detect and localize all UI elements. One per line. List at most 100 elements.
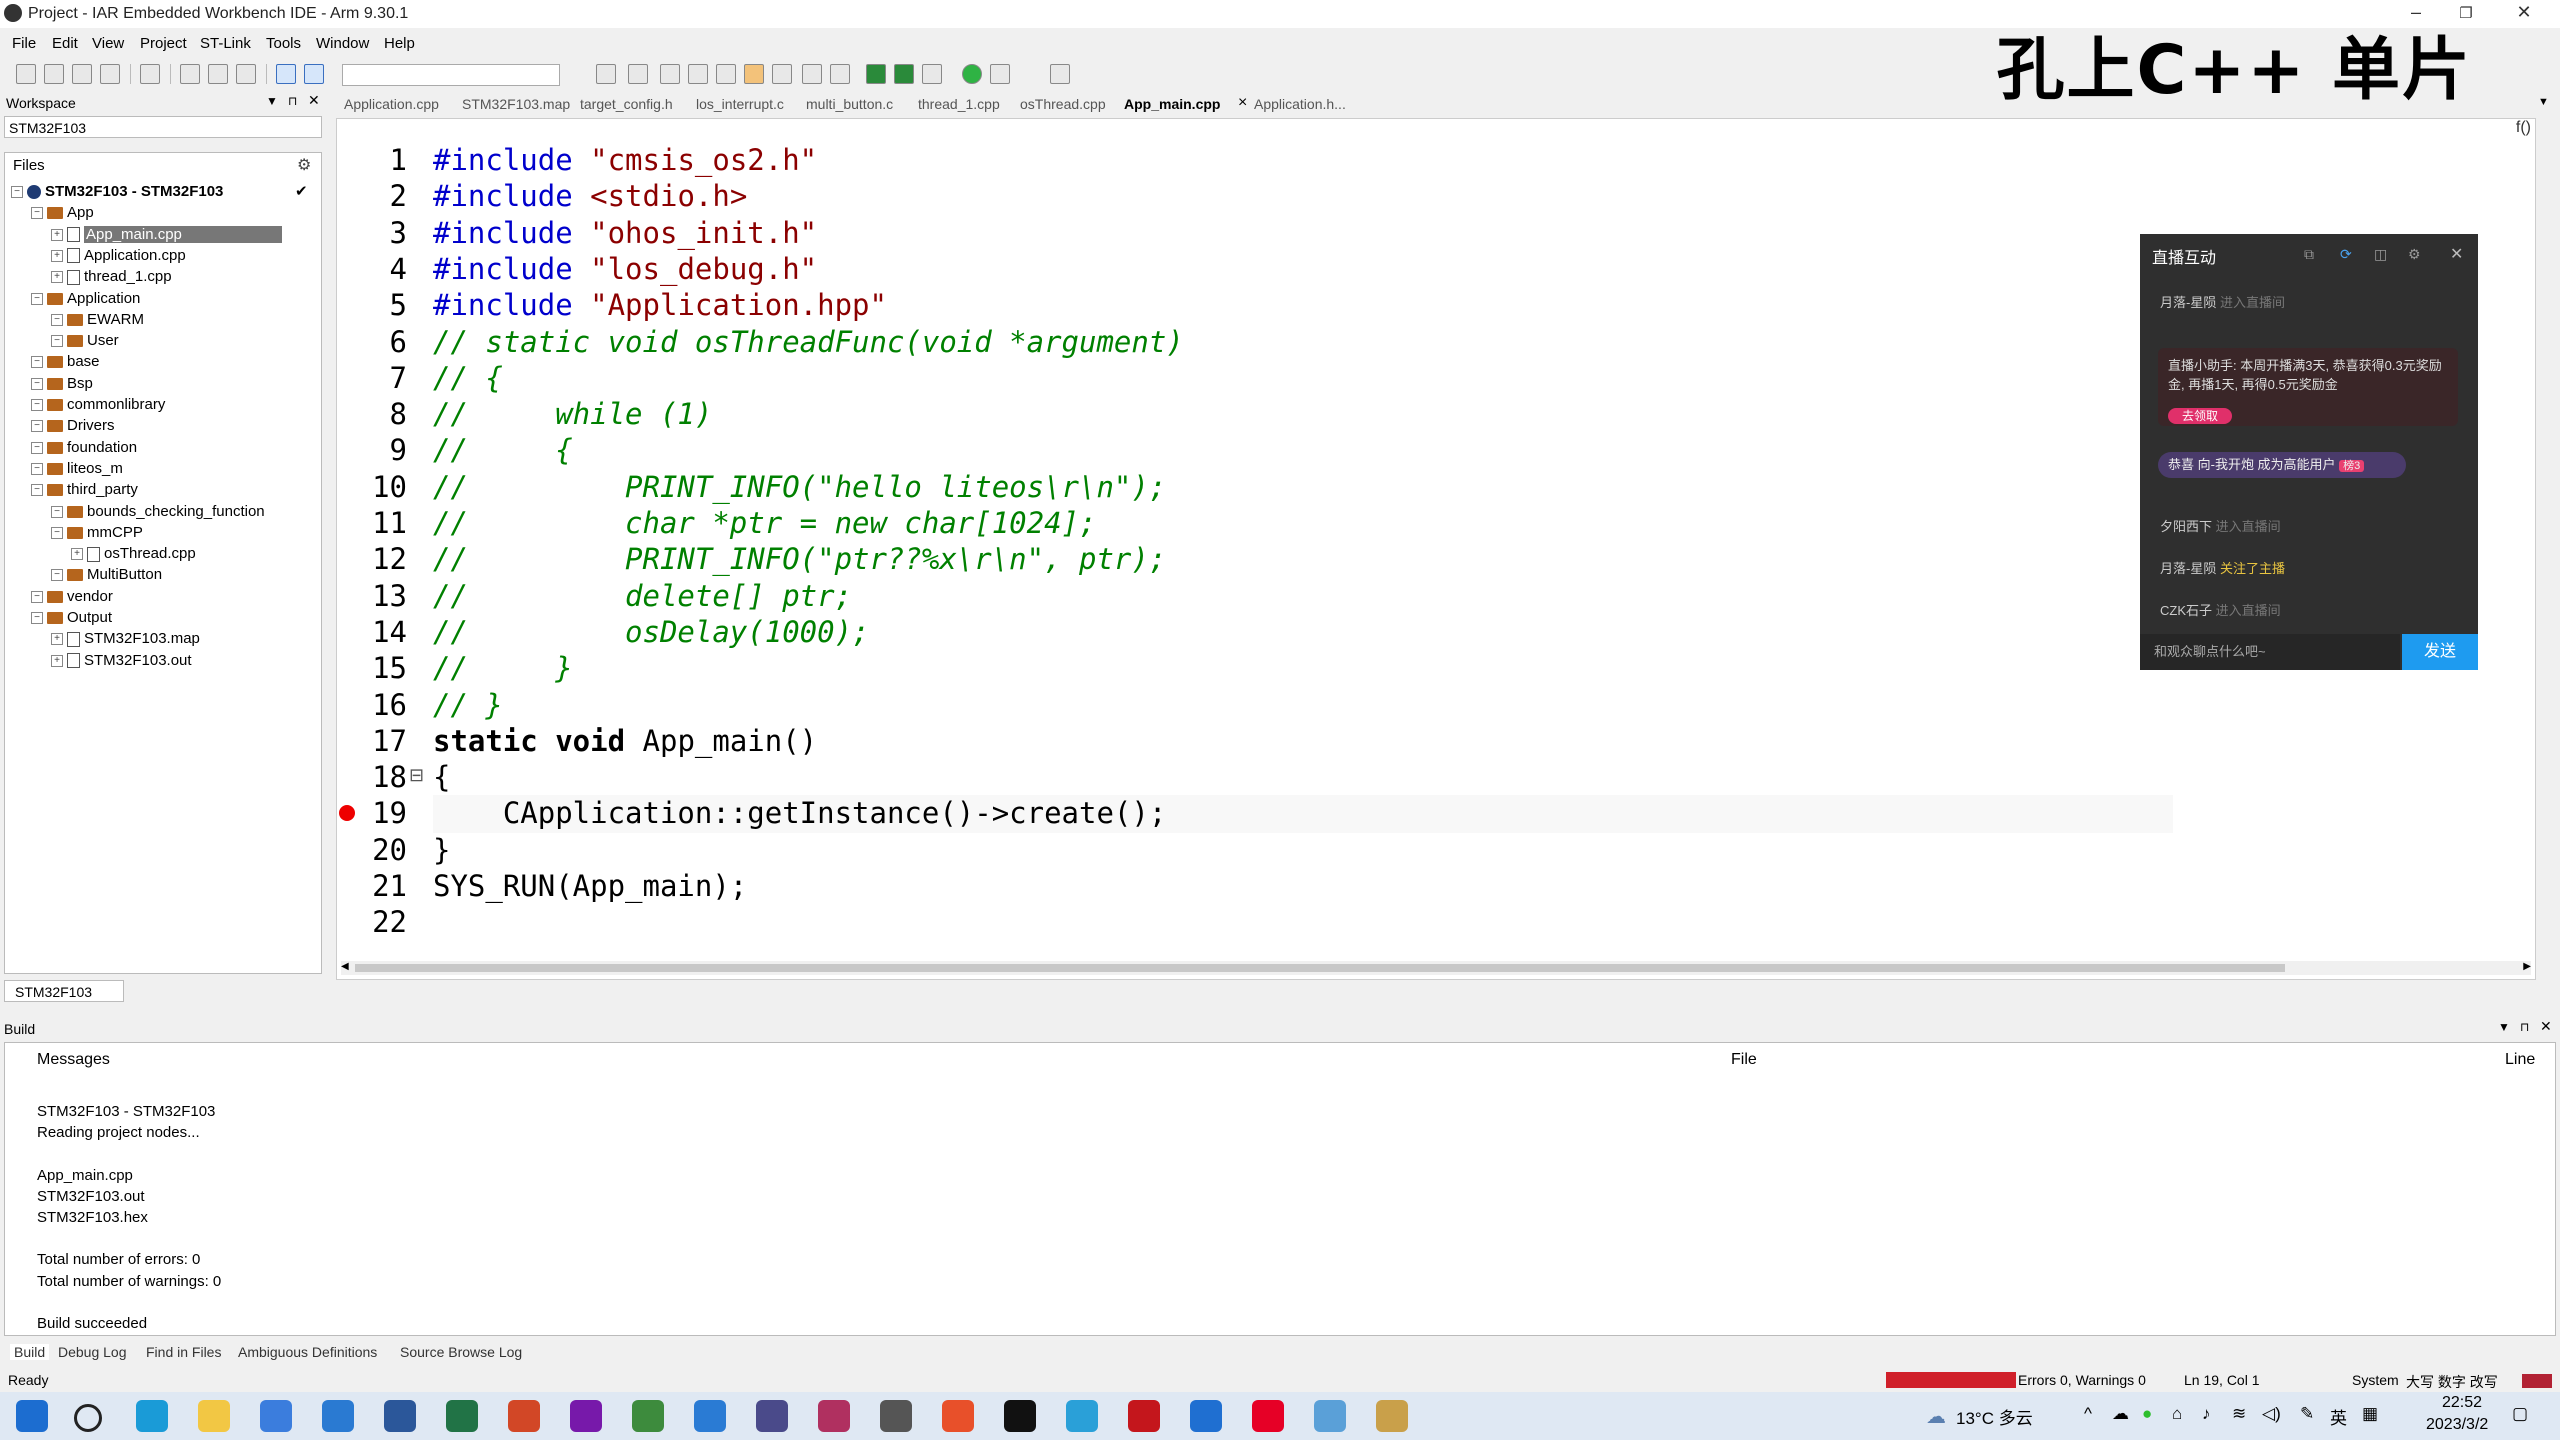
weather-text[interactable]: 13°C 多云 — [1956, 1404, 2033, 1429]
code-line[interactable]: static void App_main() — [433, 724, 817, 758]
refresh-icon[interactable]: ⟳ — [2340, 246, 2352, 263]
menu-help[interactable]: Help — [384, 35, 415, 52]
close-icon[interactable]: ✕ — [308, 92, 320, 109]
code-line[interactable]: #include "Application.hpp" — [433, 288, 887, 322]
network-icon[interactable]: ⌂ — [2172, 1404, 2182, 1424]
paste-icon[interactable] — [236, 64, 256, 84]
code-line[interactable]: #include <stdio.h> — [433, 179, 747, 213]
clock-date[interactable]: 2023/3/2 — [2426, 1416, 2488, 1434]
tree-item[interactable]: + thread_1.cpp — [51, 266, 172, 287]
expand-icon[interactable]: − — [31, 462, 43, 475]
pen-icon[interactable]: ✎ — [2300, 1404, 2314, 1424]
ime-icon[interactable]: ▦ — [2362, 1404, 2378, 1424]
menu-window[interactable]: Window — [316, 35, 369, 52]
editor-tab[interactable]: target_config.h — [580, 96, 673, 112]
expand-icon[interactable]: + — [71, 548, 83, 561]
tree-item[interactable]: − base — [31, 351, 100, 372]
tray-overflow-icon[interactable]: ^ — [2084, 1404, 2092, 1424]
debug-icon[interactable] — [866, 64, 886, 84]
explorer-icon[interactable] — [198, 1400, 230, 1432]
expand-icon[interactable]: − — [51, 313, 63, 326]
expand-icon[interactable]: − — [31, 356, 43, 369]
tree-item[interactable]: + STM32F103.out — [51, 650, 192, 671]
menu-file[interactable]: File — [12, 35, 36, 52]
tree-item[interactable]: − bounds_checking_function — [51, 501, 265, 522]
snipping-tool-icon[interactable] — [880, 1400, 912, 1432]
open-icon[interactable] — [72, 64, 92, 84]
word-icon[interactable] — [384, 1400, 416, 1432]
expand-icon[interactable]: + — [51, 228, 63, 241]
expand-icon[interactable]: − — [31, 612, 43, 625]
editor-tab[interactable]: osThread.cpp — [1020, 96, 1106, 112]
tree-item[interactable]: − foundation — [31, 437, 137, 458]
chat-send-button[interactable]: 发送 — [2402, 634, 2478, 670]
menu-edit[interactable]: Edit — [52, 35, 78, 52]
build-message[interactable]: STM32F103 - STM32F103 — [37, 1103, 215, 1120]
tree-item[interactable]: − Bsp — [31, 373, 93, 394]
obs-icon[interactable] — [1004, 1400, 1036, 1432]
pin-icon[interactable]: ⊓ — [288, 94, 297, 108]
tree-item[interactable]: − mmCPP — [51, 522, 143, 543]
tree-item[interactable]: − MultiButton — [51, 564, 162, 585]
tree-item[interactable]: − vendor — [31, 586, 113, 607]
go-icon[interactable] — [962, 64, 982, 84]
tree-item[interactable]: − User — [51, 330, 119, 351]
copy-icon[interactable] — [208, 64, 228, 84]
breakpoint-toggle-icon[interactable] — [1050, 64, 1070, 84]
acrobat-icon[interactable] — [1128, 1400, 1160, 1432]
mail-icon[interactable] — [322, 1400, 354, 1432]
nav-back-icon[interactable] — [716, 64, 736, 84]
editor-tab[interactable]: Application.cpp — [344, 96, 439, 112]
goto-icon[interactable] — [688, 64, 708, 84]
debug-no-download-icon[interactable] — [894, 64, 914, 84]
code-line[interactable]: #include "ohos_init.h" — [433, 216, 817, 250]
chat-close-icon[interactable]: ✕ — [2450, 244, 2463, 264]
expand-icon[interactable]: − — [31, 484, 43, 497]
code-line[interactable]: // static void osThreadFunc(void *argume… — [433, 325, 1184, 359]
configuration-select[interactable]: STM32F103 — [4, 116, 322, 138]
tree-item[interactable]: + App_main.cpp — [51, 224, 282, 245]
expand-icon[interactable]: + — [51, 271, 63, 284]
onenote-icon[interactable] — [570, 1400, 602, 1432]
workspace-tab[interactable]: STM32F103 — [4, 980, 124, 1002]
maps-icon[interactable] — [1190, 1400, 1222, 1432]
step-icon[interactable] — [990, 64, 1010, 84]
tree-item[interactable]: − Output — [31, 607, 112, 628]
editor-tab[interactable]: Application.h... — [1254, 96, 1346, 112]
wechat-icon[interactable]: ● — [2142, 1404, 2152, 1424]
find-combo[interactable] — [342, 64, 560, 86]
search-icon[interactable] — [596, 64, 616, 84]
rainbow-app-icon[interactable] — [818, 1400, 850, 1432]
code-line[interactable]: // osDelay(1000); — [433, 615, 870, 649]
build-pin-icon[interactable]: ⊓ — [2520, 1020, 2529, 1034]
menu-view[interactable]: View — [92, 35, 124, 52]
build-message[interactable]: Reading project nodes... — [37, 1124, 200, 1141]
build-tab[interactable]: Find in Files — [146, 1344, 221, 1360]
build-close-icon[interactable]: ✕ — [2540, 1018, 2552, 1035]
code-line[interactable]: CApplication::getInstance()->create(); — [433, 796, 1166, 830]
stop-build-icon[interactable] — [922, 64, 942, 84]
calculator-icon[interactable] — [1314, 1400, 1346, 1432]
tab-close-icon[interactable]: × — [1238, 94, 1247, 112]
expand-icon[interactable]: − — [51, 335, 63, 348]
code-line[interactable]: // { — [433, 361, 503, 395]
fold-marker-icon[interactable]: ⊟ — [409, 765, 424, 786]
tree-item[interactable]: + Application.cpp — [51, 245, 186, 266]
weather-icon[interactable]: ☁ — [1926, 1404, 1946, 1429]
editor-tab[interactable]: STM32F103.map — [462, 96, 570, 112]
print-icon[interactable] — [140, 64, 160, 84]
build-message[interactable]: App_main.cpp — [37, 1167, 133, 1184]
popout-icon[interactable]: ⧉ — [2304, 246, 2314, 263]
messages-header[interactable]: Messages — [37, 1051, 110, 1069]
build-message[interactable]: Total number of errors: 0 — [37, 1251, 200, 1268]
code-line[interactable]: // delete[] ptr; — [433, 579, 852, 613]
mic-icon[interactable]: ♪ — [2202, 1404, 2211, 1424]
powerpoint-icon[interactable] — [508, 1400, 540, 1432]
expand-icon[interactable]: + — [51, 249, 63, 262]
nav-forward-icon[interactable] — [628, 64, 648, 84]
edge-icon[interactable] — [136, 1400, 168, 1432]
file-header[interactable]: File — [1731, 1051, 1757, 1069]
onedrive-icon[interactable]: ☁ — [2112, 1404, 2129, 1424]
compile-icon[interactable] — [802, 64, 822, 84]
expand-icon[interactable]: + — [51, 633, 63, 646]
